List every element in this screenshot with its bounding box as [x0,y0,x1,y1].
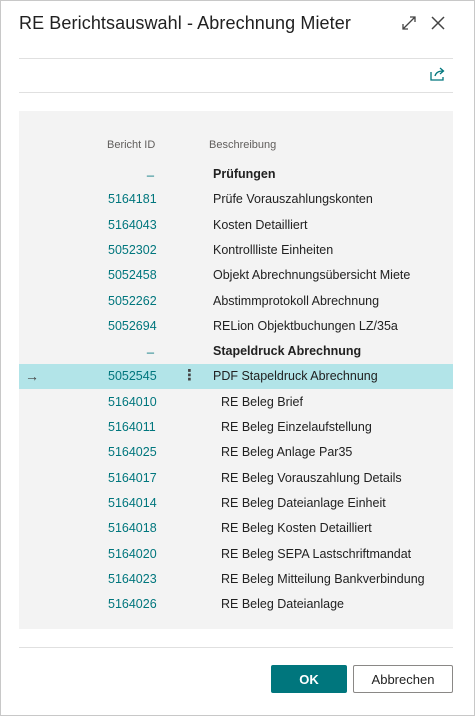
description-cell: PDF Stapeldruck Abrechnung [213,369,378,384]
divider [19,92,453,93]
table-row[interactable]: 5164025 RE Beleg Anlage Par35 [19,440,453,465]
table-row[interactable]: 5052458 Objekt Abrechnungsübersicht Miete [19,263,453,288]
dialog-title: RE Berichtsauswahl - Abrechnung Mieter [19,13,351,33]
report-selection-dialog: RE Berichtsauswahl - Abrechnung Mieter B… [0,0,475,716]
report-grid: Bericht ID Beschreibung _ Prüfungen 516418… [19,111,453,629]
divider [19,647,453,648]
table-row[interactable]: → 5052545 ⋮ PDF Stapeldruck Abrechnung [19,364,453,390]
close-icon [431,16,445,30]
description-cell: Kontrollliste Einheiten [213,242,334,257]
report-id-link[interactable]: 5164014 [108,496,157,510]
table-row[interactable]: 5052694 RELion Objektbuchungen LZ/35a [19,314,453,339]
description-cell: Abstimmprotokoll Abrechnung [213,293,380,308]
report-id-link[interactable]: _ [147,340,154,354]
table-row[interactable]: 5164014 RE Beleg Dateianlage Einheit [19,491,453,516]
table-row[interactable]: 5164011 RE Beleg Einzelaufstellung [19,415,453,440]
report-id-link[interactable]: 5164025 [108,445,157,459]
report-id-link[interactable]: 5164043 [108,218,157,232]
table-row[interactable]: 5052302 Kontrollliste Einheiten [19,238,453,263]
table-row[interactable]: 5164020 RE Beleg SEPA Lastschriftmandat [19,542,453,567]
share-icon [430,67,445,81]
report-id-link[interactable]: 5164011 [108,420,156,434]
report-id-link[interactable]: 5052262 [108,294,157,308]
description-cell: Stapeldruck Abrechnung [213,344,362,359]
table-row[interactable]: 5164043 Kosten Detailliert [19,213,453,238]
description-cell: RE Beleg Einzelaufstellung [221,420,372,434]
table-row[interactable]: 5164181 Prüfe Vorauszahlungskonten [19,187,453,212]
expand-icon [402,16,416,30]
description-cell: RE Beleg Mitteilung Bankverbindung [221,571,425,586]
description-cell: RE Beleg Vorauszahlung Details [221,470,402,485]
share-button[interactable] [428,65,448,83]
description-cell: RE Beleg Anlage Par35 [221,445,353,460]
group-row[interactable]: _ Stapeldruck Abrechnung [19,339,453,364]
report-id-link[interactable]: 5052302 [108,243,157,257]
description-cell: Kosten Detailliert [213,217,308,232]
divider [19,58,453,59]
report-id-link[interactable]: 5164010 [108,395,157,409]
report-id-link[interactable]: 5164023 [108,572,157,586]
description-cell: RE Beleg Dateianlage [221,597,344,612]
report-id-link[interactable]: 5052694 [108,319,157,333]
ok-button[interactable]: OK [271,665,347,693]
report-id-link[interactable]: 5052545 [108,369,157,383]
expand-button[interactable] [397,11,421,35]
column-header-report-id[interactable]: Bericht ID [107,139,155,151]
report-id-link[interactable]: 5164181 [108,192,157,206]
description-cell: Objekt Abrechnungsübersicht Miete [213,268,411,283]
row-actions-menu-icon[interactable]: ⋮ [182,366,197,384]
current-row-arrow-icon: → [25,368,39,385]
cancel-button[interactable]: Abbrechen [353,665,453,693]
report-id-link[interactable]: 5164026 [108,597,157,611]
description-cell: RE Beleg Kosten Detailliert [221,521,372,536]
description-cell: RE Beleg SEPA Lastschriftmandat [221,546,412,561]
table-row[interactable]: 5164017 RE Beleg Vorauszahlung Details [19,466,453,491]
report-id-link[interactable]: 5164018 [108,521,157,535]
table-row[interactable]: 5164018 RE Beleg Kosten Detailliert [19,516,453,541]
table-row[interactable]: 5164010 RE Beleg Brief [19,390,453,415]
table-row[interactable]: 5164026 RE Beleg Dateianlage [19,592,453,617]
description-cell: RE Beleg Dateianlage Einheit [221,495,386,510]
report-id-link[interactable]: 5164017 [108,471,157,485]
report-id-link[interactable]: _ [147,163,154,177]
description-cell: Prüfungen [213,167,276,181]
close-button[interactable] [426,11,450,35]
group-row[interactable]: _ Prüfungen [19,162,453,187]
description-cell: RELion Objektbuchungen LZ/35a [213,318,398,333]
table-row[interactable]: 5164023 RE Beleg Mitteilung Bankverbindun… [19,567,453,592]
report-id-link[interactable]: 5052458 [108,268,157,282]
column-header-description[interactable]: Beschreibung [209,139,276,151]
report-id-link[interactable]: 5164020 [108,547,157,561]
description-cell: Prüfe Vorauszahlungskonten [213,192,373,207]
description-cell: RE Beleg Brief [221,394,303,409]
table-row[interactable]: 5052262 Abstimmprotokoll Abrechnung [19,289,453,314]
